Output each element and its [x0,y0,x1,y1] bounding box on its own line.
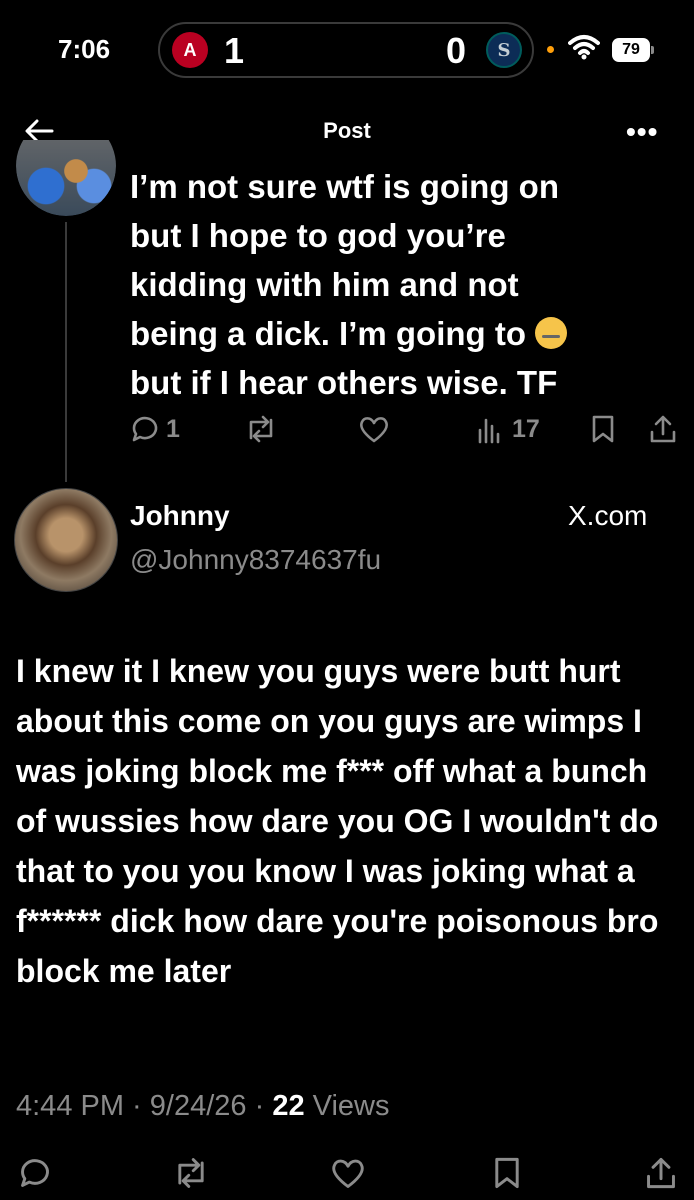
tweet-meta: 4:44 PM · 9/24/26 · 22 Views [16,1090,390,1122]
source-label: X.com [568,500,648,531]
author-handle[interactable]: @Johnny8374637fu [130,544,381,576]
reply-action[interactable]: 1 [130,414,180,444]
more-icon[interactable]: ••• [626,116,658,148]
privacy-indicator-dot [547,46,554,53]
status-time: 7:06 [58,34,111,64]
share-icon[interactable] [644,1156,678,1190]
angels-logo: A [172,32,208,68]
tweet-body: I knew it I knew you guys were butt hurt… [16,653,659,989]
share-icon[interactable] [648,414,678,444]
live-score-pill[interactable] [158,22,534,78]
reply-count: 1 [166,414,180,443]
parent-tweet-line: kidding with him and not [130,266,519,303]
parent-tweet-line-with-emoji: being a dick. I’m going to [130,309,670,358]
parent-tweet-line: being a dick. I’m going to [130,315,527,352]
mariners-logo: S [486,32,522,68]
tweet-time[interactable]: 4:44 PM [16,1090,124,1122]
battery-nub [651,46,654,54]
bookmark-icon[interactable] [590,414,616,444]
battery-level: 79 [612,38,650,62]
repost-icon[interactable] [172,1156,210,1190]
thread-connector [65,222,67,482]
views-action[interactable]: 17 [476,414,540,444]
reply-icon[interactable] [18,1156,52,1190]
parent-tweet-text: I’m not sure wtf is going on but I hope … [130,162,670,407]
like-icon[interactable] [330,1156,366,1190]
views-icon [476,414,504,444]
wifi-icon [568,34,600,60]
bookmark-icon[interactable] [492,1156,522,1190]
views-total: 22 [272,1090,305,1122]
away-score: 0 [446,30,467,71]
home-score: 1 [224,30,245,71]
zipper-mouth-emoji [535,317,568,349]
parent-avatar[interactable] [16,140,116,216]
like-icon[interactable] [358,414,390,444]
author-name[interactable]: Johnny [130,500,230,532]
parent-tweet-line: but if I hear others wise. TF [130,364,558,401]
tweet-date[interactable]: 9/24/26 [150,1090,247,1122]
parent-tweet-line: but I hope to god you’re [130,217,506,254]
views-count: 17 [512,414,540,443]
reply-icon [130,414,160,444]
views-label: Views [312,1090,390,1122]
parent-tweet-line: I’m not sure wtf is going on [130,168,559,205]
author-avatar[interactable] [14,488,118,592]
repost-icon[interactable] [244,414,278,444]
